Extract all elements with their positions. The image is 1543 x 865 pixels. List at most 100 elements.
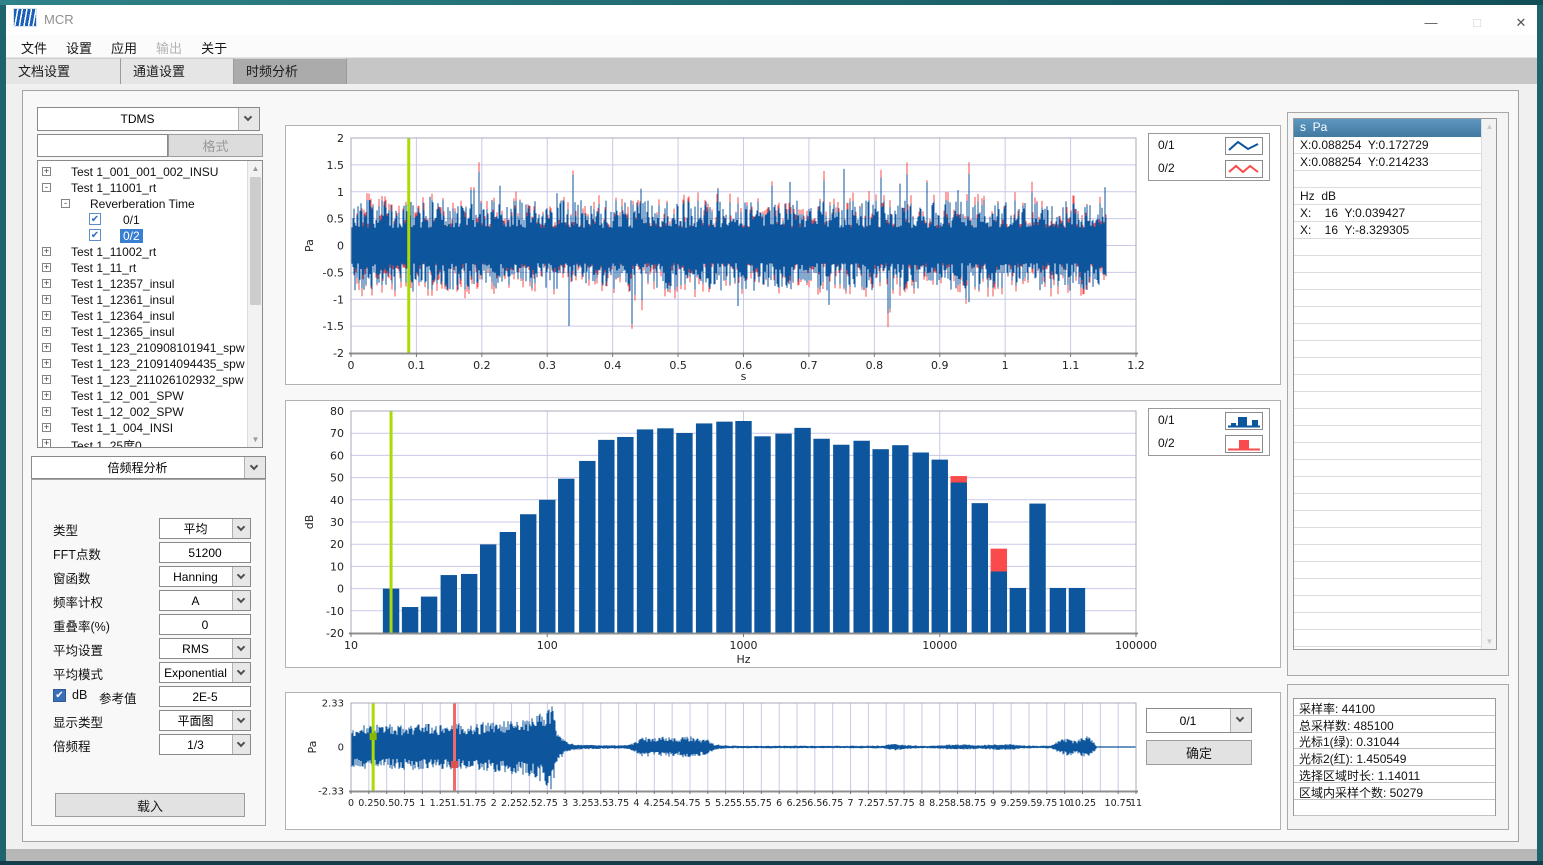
cursor-list-row[interactable]: X:0.088254 Y:0.172729 <box>1294 137 1482 154</box>
field-select-2[interactable]: Hanning <box>159 566 251 587</box>
tree-expander-icon[interactable]: + <box>42 295 51 304</box>
tree-expander-icon[interactable]: + <box>42 167 51 176</box>
tree-item[interactable]: ✔0/2 <box>38 228 246 244</box>
cursor-list-row[interactable] <box>1294 477 1482 494</box>
tree-expander-icon[interactable]: + <box>42 343 51 352</box>
cursor-list-row[interactable]: Hz dB <box>1294 188 1482 205</box>
cursor-list-row[interactable]: X: 16 Y:0.039427 <box>1294 205 1482 222</box>
file-format-select[interactable]: TDMS <box>37 107 260 131</box>
close-button[interactable]: ✕ <box>1506 11 1536 35</box>
cursor-list-row[interactable] <box>1294 239 1482 256</box>
tree-expander-icon[interactable]: + <box>42 375 51 384</box>
tree-expander-icon[interactable]: + <box>42 439 51 448</box>
menu-item-文件[interactable]: 文件 <box>21 38 47 57</box>
tree-item[interactable]: +Test 1_12_001_SPW <box>38 388 246 404</box>
field-dropdown-button[interactable] <box>232 735 250 754</box>
tree-item[interactable]: +Test 1_25度0 <box>38 436 246 448</box>
analysis-type-dropdown-button[interactable] <box>244 457 265 478</box>
tree-item[interactable]: +Test 1_12361_insul <box>38 292 246 308</box>
scroll-up-arrow[interactable]: ▲ <box>248 161 263 176</box>
cursor-list-row[interactable] <box>1294 375 1482 392</box>
field-select-8[interactable]: 平面图 <box>159 710 251 731</box>
tree-expander-icon[interactable]: + <box>42 359 51 368</box>
cursor-list-row[interactable] <box>1294 392 1482 409</box>
tree-scrollbar[interactable]: ▲▼ <box>247 161 262 447</box>
cursor-list-row[interactable] <box>1294 256 1482 273</box>
field-dropdown-button[interactable] <box>232 711 250 730</box>
checkbox-icon[interactable]: ✔ <box>89 229 101 241</box>
field-dropdown-button[interactable] <box>232 567 250 586</box>
field-dropdown-button[interactable] <box>232 519 250 538</box>
field-select-5[interactable]: RMS <box>159 638 251 659</box>
field-input-1[interactable]: 51200 <box>159 542 251 563</box>
tree-expander-icon[interactable]: + <box>42 279 51 288</box>
tree-expander-icon[interactable]: - <box>42 183 51 192</box>
tree-expander-icon[interactable]: + <box>42 247 51 256</box>
tree-item[interactable]: +Test 1_12364_insul <box>38 308 246 324</box>
menu-item-设置[interactable]: 设置 <box>66 38 92 57</box>
menu-item-关于[interactable]: 关于 <box>201 38 227 57</box>
menu-item-应用[interactable]: 应用 <box>111 38 137 57</box>
tab-通道设置[interactable]: 通道设置 <box>121 58 234 84</box>
db-checkbox[interactable]: ✔ <box>53 689 66 702</box>
cursor-list-row[interactable] <box>1294 579 1482 596</box>
cursor-list-row[interactable]: X: 16 Y:-8.329305 <box>1294 222 1482 239</box>
tree-item[interactable]: +Test 1_123_210914094435_spw <box>38 356 246 372</box>
confirm-button[interactable]: 确定 <box>1146 740 1252 765</box>
maximize-button[interactable]: □ <box>1462 11 1492 35</box>
load-button[interactable]: 载入 <box>55 793 245 817</box>
field-select-3[interactable]: A <box>159 590 251 611</box>
analysis-type-select[interactable]: 倍频程分析 <box>31 456 266 479</box>
tree-item[interactable]: -Test 1_11001_rt <box>38 180 246 196</box>
field-dropdown-button[interactable] <box>232 663 250 682</box>
tree-item[interactable]: +Test 1_001_001_002_INSU <box>38 164 246 180</box>
field-dropdown-button[interactable] <box>232 591 250 610</box>
tree-expander-icon[interactable]: + <box>42 263 51 272</box>
cursor-list-scrollbar[interactable]: ▲▼ <box>1481 119 1496 649</box>
field-select-9[interactable]: 1/3 <box>159 734 251 755</box>
scroll-down-arrow[interactable]: ▼ <box>248 432 263 447</box>
cursor-list-row[interactable] <box>1294 307 1482 324</box>
tree-expander-icon[interactable]: + <box>42 423 51 432</box>
time-waveform-chart[interactable]: 00.10.20.30.40.50.60.70.80.911.11.221.51… <box>286 126 1282 386</box>
checkbox-icon[interactable]: ✔ <box>89 213 101 225</box>
field-select-6[interactable]: Exponential <box>159 662 251 683</box>
tree-expander-icon[interactable]: - <box>61 199 70 208</box>
channel-select[interactable]: 0/1 <box>1146 708 1252 733</box>
field-dropdown-button[interactable] <box>232 639 250 658</box>
filter-input[interactable] <box>37 134 168 157</box>
cursor-list-row[interactable]: X:0.088254 Y:0.214233 <box>1294 154 1482 171</box>
tab-文档设置[interactable]: 文档设置 <box>6 58 121 84</box>
cursor-list-row[interactable] <box>1294 341 1482 358</box>
reference-value-input[interactable]: 2E-5 <box>159 686 251 707</box>
tree-expander-icon[interactable]: + <box>42 311 51 320</box>
cursor-list-row[interactable] <box>1294 613 1482 630</box>
tree-expander-icon[interactable]: + <box>42 407 51 416</box>
format-button[interactable]: 格式 <box>168 134 263 157</box>
cursor-list-row[interactable] <box>1294 426 1482 443</box>
tree-item[interactable]: +Test 1_11002_rt <box>38 244 246 260</box>
channel-select-dropdown-button[interactable] <box>1230 709 1251 732</box>
third-octave-spectrum-chart[interactable]: 1010010001000010000080706050403020100-10… <box>286 401 1282 669</box>
tree-item[interactable]: +Test 1_1_004_INSI <box>38 420 246 436</box>
tree-item[interactable]: +Test 1_12357_insul <box>38 276 246 292</box>
cursor-list-row[interactable] <box>1294 562 1482 579</box>
cursor-list-row[interactable] <box>1294 273 1482 290</box>
menu-item-输出[interactable]: 输出 <box>156 38 182 57</box>
tree-item[interactable]: +Test 1_12_002_SPW <box>38 404 246 420</box>
tree-expander-icon[interactable]: + <box>42 391 51 400</box>
cursor-list-row[interactable] <box>1294 528 1482 545</box>
cursor-list-row[interactable] <box>1294 494 1482 511</box>
cursor-list-row[interactable] <box>1294 358 1482 375</box>
scroll-up-arrow[interactable]: ▲ <box>1482 119 1497 134</box>
cursor-list-row[interactable] <box>1294 324 1482 341</box>
field-input-4[interactable]: 0 <box>159 614 251 635</box>
cursor-list-row[interactable] <box>1294 630 1482 647</box>
scroll-thumb[interactable] <box>250 177 261 305</box>
minimize-button[interactable]: — <box>1416 11 1446 35</box>
cursor-list-row[interactable] <box>1294 171 1482 188</box>
cursor-list-row[interactable] <box>1294 290 1482 307</box>
field-select-0[interactable]: 平均 <box>159 518 251 539</box>
tree-item[interactable]: -Reverberation Time <box>38 196 246 212</box>
tree-item[interactable]: +Test 1_12365_insul <box>38 324 246 340</box>
